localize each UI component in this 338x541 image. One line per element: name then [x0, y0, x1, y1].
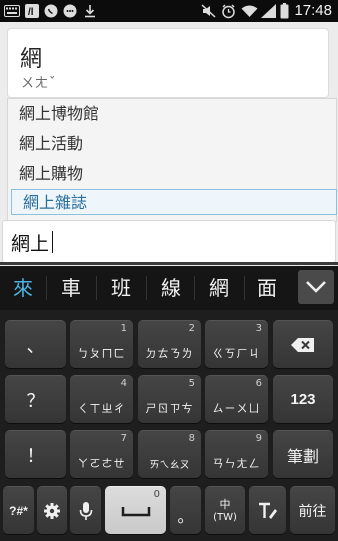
- candidate-divider: [244, 276, 245, 300]
- candidate[interactable]: 車: [50, 272, 92, 304]
- key-1[interactable]: 1 ㄅㄆㄇㄈ: [70, 320, 133, 368]
- candidate[interactable]: 來: [2, 272, 44, 304]
- suggestion-item[interactable]: 網上購物: [8, 161, 338, 187]
- key-4[interactable]: 4 ㄑㄒㄓㄔ: [70, 375, 133, 423]
- go-key[interactable]: 前往: [290, 486, 335, 534]
- key-2[interactable]: 2 ㄉㄊㄋㄌ: [138, 320, 201, 368]
- keyboard: 、 1 ㄅㄆㄇㄈ 2 ㄉㄊㄋㄌ 3 ㄍㄎㄏㄐ ？ 4 ㄑㄒㄓㄔ 5 ㄕㄖㄗㄘ 6…: [0, 310, 338, 541]
- app-icon: /l: [24, 3, 40, 19]
- card-character: 網: [20, 47, 43, 72]
- svg-text:/l: /l: [28, 7, 34, 18]
- whatsapp-icon: [43, 3, 59, 19]
- alarm-icon: [220, 3, 236, 19]
- backspace-key[interactable]: [273, 320, 333, 368]
- key-comma[interactable]: 、: [5, 320, 66, 368]
- keyboard-icon: [3, 3, 21, 19]
- candidate-divider: [96, 276, 97, 300]
- space-key[interactable]: 0: [105, 486, 166, 534]
- search-input[interactable]: 網上: [2, 220, 336, 263]
- mute-icon: [200, 3, 216, 19]
- stroke-mode-key[interactable]: 筆劃: [273, 430, 333, 478]
- candidate[interactable]: 網: [198, 272, 240, 304]
- numbers-mode-key[interactable]: 123: [273, 375, 333, 423]
- language-key[interactable]: 中 (TW): [205, 486, 245, 534]
- settings-key[interactable]: [37, 486, 67, 534]
- key-3[interactable]: 3 ㄍㄎㄏㄐ: [205, 320, 268, 368]
- status-bar: /l 17:48: [0, 0, 338, 22]
- suggestion-item-selected[interactable]: 網上雜誌: [11, 189, 337, 215]
- chat-icon: [62, 3, 78, 19]
- suggestion-item[interactable]: 網上博物館: [8, 101, 338, 127]
- chevron-down-icon: [306, 281, 326, 293]
- ime-border: [0, 262, 338, 265]
- space-icon: [121, 506, 150, 516]
- text-edit-icon: [258, 502, 277, 519]
- key-6[interactable]: 6 ㄙㄧㄨㄩ: [205, 375, 268, 423]
- suggestion-list: 網上博物館 網上活動 網上購物 網上雜誌: [7, 98, 337, 222]
- card-phonetic: ㄨㄤˇ: [21, 76, 57, 91]
- key-8[interactable]: 8 ㄞㄟㄠㄡ: [138, 430, 201, 478]
- candidate[interactable]: 班: [100, 272, 142, 304]
- candidate-divider: [146, 276, 147, 300]
- download-icon: [83, 3, 97, 19]
- gear-icon: [44, 502, 60, 519]
- suggestion-item[interactable]: 網上活動: [8, 131, 338, 157]
- battery-icon: [279, 3, 289, 19]
- text-caret: [52, 231, 53, 253]
- candidate[interactable]: 線: [150, 272, 192, 304]
- microphone-icon: [79, 501, 92, 520]
- period-key[interactable]: 。: [170, 486, 201, 534]
- dictionary-card[interactable]: 網 ㄨㄤˇ: [7, 28, 329, 98]
- wifi-icon: [240, 3, 258, 19]
- candidate-divider: [46, 276, 47, 300]
- text-style-key[interactable]: [249, 486, 286, 534]
- expand-candidates-button[interactable]: [298, 270, 334, 304]
- key-9[interactable]: 9 ㄢㄣㄤㄥ: [205, 430, 268, 478]
- candidate-divider: [194, 276, 195, 300]
- input-text: 網上: [11, 233, 50, 255]
- clock: 17:48: [294, 2, 332, 19]
- key-question[interactable]: ？: [5, 375, 66, 423]
- voice-input-key[interactable]: [70, 486, 101, 534]
- backspace-icon: [291, 337, 314, 352]
- symbols-key[interactable]: ?#*: [3, 486, 34, 534]
- signal-icon: [260, 3, 276, 19]
- candidate-bar: 來 車 班 線 網 面: [0, 266, 338, 310]
- key-5[interactable]: 5 ㄕㄖㄗㄘ: [138, 375, 201, 423]
- key-7[interactable]: 7 ㄚㄛㄜㄝ: [70, 430, 133, 478]
- key-exclamation[interactable]: ！: [5, 430, 66, 478]
- candidate[interactable]: 面: [246, 272, 288, 304]
